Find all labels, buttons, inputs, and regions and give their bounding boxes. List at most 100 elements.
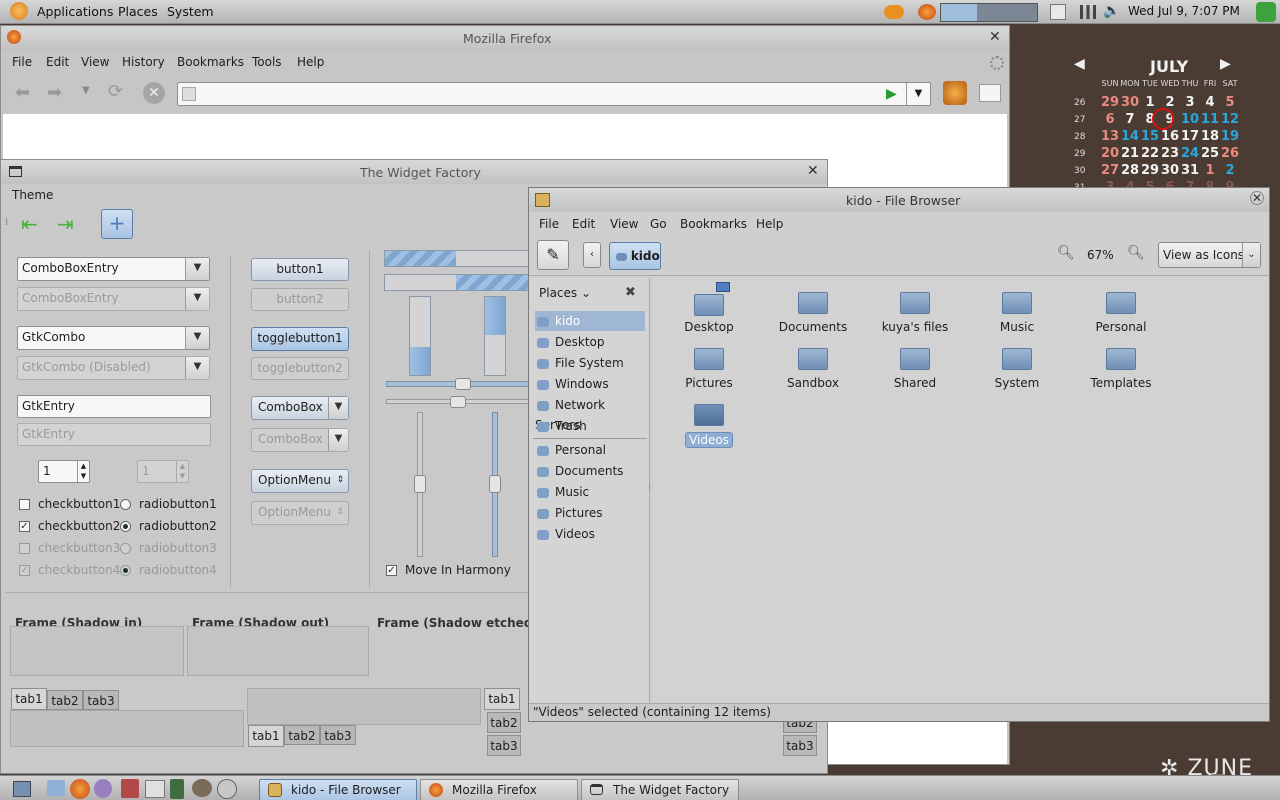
calendar-day[interactable]: 4	[1200, 95, 1220, 110]
system-menu[interactable]: System	[167, 4, 214, 19]
signal-strength-icon[interactable]	[1080, 5, 1096, 19]
show-desktop-icon[interactable]	[13, 781, 31, 797]
pidgin-icon[interactable]	[94, 779, 112, 798]
chevron-down-icon[interactable]: ⌄	[1242, 243, 1260, 267]
places-dropdown[interactable]: Places ⌄	[539, 286, 591, 300]
url-bar[interactable]: ▶ ▼	[177, 82, 931, 106]
tab3-left[interactable]: tab3	[487, 735, 521, 756]
settings-icon[interactable]	[217, 779, 237, 799]
hscale-2[interactable]	[386, 396, 531, 408]
terminal-icon[interactable]	[170, 779, 184, 799]
firefox-titlebar[interactable]: Mozilla Firefox ✕	[1, 26, 1009, 50]
file-icon-music[interactable]: Music	[967, 288, 1067, 342]
bookmark-item-pictures[interactable]: Pictures	[535, 503, 645, 523]
firefox-close-icon[interactable]: ✕	[989, 29, 1001, 45]
togglebutton1[interactable]: togglebutton1	[251, 327, 349, 351]
calendar-day[interactable]: 17	[1180, 129, 1200, 144]
calendar-day[interactable]: 30	[1160, 163, 1180, 178]
stop-icon[interactable]: ✕	[143, 82, 165, 104]
calendar-day[interactable]: 29	[1100, 95, 1120, 110]
calendar-day[interactable]: 13	[1100, 129, 1120, 144]
radio-2[interactable]	[120, 521, 131, 532]
back-icon[interactable]: ⬅	[15, 82, 30, 103]
path-button-kido[interactable]: kido	[609, 242, 661, 270]
optionmenu-1[interactable]: OptionMenu ⇕	[251, 469, 349, 493]
sidebar-item-kido[interactable]: kido	[535, 311, 645, 331]
firefox-launcher-icon[interactable]	[918, 4, 936, 20]
sidebar-item-windows[interactable]: Windows	[535, 374, 645, 394]
calendar-day[interactable]: 20	[1100, 146, 1120, 161]
firefox-menu-tools[interactable]: Tools	[252, 55, 282, 69]
button1[interactable]: button1	[251, 258, 349, 281]
file-icon-pictures[interactable]: Pictures	[659, 344, 759, 398]
bookmark-item-videos[interactable]: Videos	[535, 524, 645, 544]
fb-menu-bookmarks[interactable]: Bookmarks	[680, 217, 747, 231]
edit-location-icon[interactable]: ✎	[537, 240, 569, 270]
zoom-in-icon[interactable]: 🔍︎	[1127, 245, 1145, 261]
file-icon-shared[interactable]: Shared	[865, 344, 965, 398]
gtkcombo-1[interactable]: GtkCombo ▼	[17, 326, 210, 350]
spinbutton-1[interactable]: 1 ▲ ▼	[38, 460, 90, 483]
calendar-day[interactable]: 18	[1200, 129, 1220, 144]
calendar-day[interactable]: 29	[1140, 163, 1160, 178]
clock[interactable]: Wed Jul 9, 7:07 PM	[1128, 4, 1240, 18]
workspace-1[interactable]	[941, 4, 977, 21]
calendar-day[interactable]: 21	[1120, 146, 1140, 161]
pane-resize-handle[interactable]: ⁞	[648, 482, 651, 493]
calendar-day[interactable]: 2	[1220, 163, 1240, 178]
foot-menu-icon[interactable]	[10, 2, 28, 20]
sidebar-item-file-system[interactable]: File System	[535, 353, 645, 373]
firefox-menu-history[interactable]: History	[122, 55, 165, 69]
tab1-bottom[interactable]: tab1	[248, 725, 284, 747]
file-icon-kuya-s-files[interactable]: kuya's files	[865, 288, 965, 342]
comboboxentry-1[interactable]: ComboBoxEntry ▼	[17, 257, 210, 281]
calendar-day[interactable]: 15	[1140, 129, 1160, 144]
reload-icon[interactable]: ⟳	[108, 81, 123, 102]
calendar-day[interactable]: 1	[1140, 95, 1160, 110]
task-widget-factory[interactable]: The Widget Factory	[581, 779, 739, 800]
calendar-day[interactable]: 24	[1180, 146, 1200, 161]
mail-icon[interactable]	[145, 780, 165, 798]
site-identity-icon[interactable]	[182, 87, 196, 101]
move-in-harmony-checkbox[interactable]: ✓	[386, 565, 397, 576]
file-browser-close-icon[interactable]: ✕	[1250, 191, 1264, 205]
calendar-day[interactable]: 6	[1100, 112, 1120, 127]
file-icon-sandbox[interactable]: Sandbox	[763, 344, 863, 398]
chevron-down-icon[interactable]: ▼	[185, 258, 209, 280]
workspace-switcher[interactable]	[940, 3, 1038, 22]
vscale-1[interactable]	[414, 412, 426, 557]
file-icon-desktop[interactable]: Desktop	[659, 282, 759, 342]
slider-handle[interactable]	[414, 475, 426, 493]
calendar-day[interactable]: 22	[1140, 146, 1160, 161]
firefox-launcher-icon[interactable]	[70, 779, 90, 799]
tab1-top[interactable]: tab1	[11, 688, 47, 710]
calendar-day[interactable]: 27	[1100, 163, 1120, 178]
file-icon-templates[interactable]: Templates	[1071, 344, 1171, 398]
tab1-left[interactable]: tab1	[484, 688, 520, 710]
tab3-top[interactable]: tab3	[83, 690, 119, 710]
gtkentry-1[interactable]: GtkEntry	[17, 395, 211, 418]
forward-icon[interactable]: ➡	[47, 82, 62, 103]
sidebar-item-desktop[interactable]: Desktop	[535, 332, 645, 352]
file-icon-system[interactable]: System	[967, 344, 1067, 398]
home-folder-icon[interactable]	[47, 780, 65, 796]
downloads-icon[interactable]	[943, 81, 967, 105]
calendar-next-icon[interactable]: ▶	[1220, 56, 1231, 72]
fb-menu-go[interactable]: Go	[650, 217, 667, 231]
bookmark-item-music[interactable]: Music	[535, 482, 645, 502]
calendar-day[interactable]: 10	[1180, 112, 1200, 127]
fb-menu-file[interactable]: File	[539, 217, 559, 231]
calendar-prev-icon[interactable]: ◀	[1074, 56, 1085, 72]
calendar-day[interactable]: 11	[1200, 112, 1220, 127]
calendar-day[interactable]: 12	[1220, 112, 1240, 127]
widget-factory-close-icon[interactable]: ✕	[807, 163, 819, 179]
chevron-down-icon[interactable]: ▼	[185, 327, 209, 349]
vscale-2[interactable]	[489, 412, 501, 557]
calendar-day[interactable]: 16	[1160, 129, 1180, 144]
calendar-day[interactable]: 19	[1220, 129, 1240, 144]
firefox-menu-bookmarks[interactable]: Bookmarks	[177, 55, 244, 69]
add-icon[interactable]: +	[101, 209, 133, 239]
icon-view[interactable]: Desktop Documents kuya's files Music Persona…	[653, 278, 1269, 705]
slider-handle[interactable]	[455, 378, 471, 390]
file-icon-personal[interactable]: Personal	[1071, 288, 1171, 342]
